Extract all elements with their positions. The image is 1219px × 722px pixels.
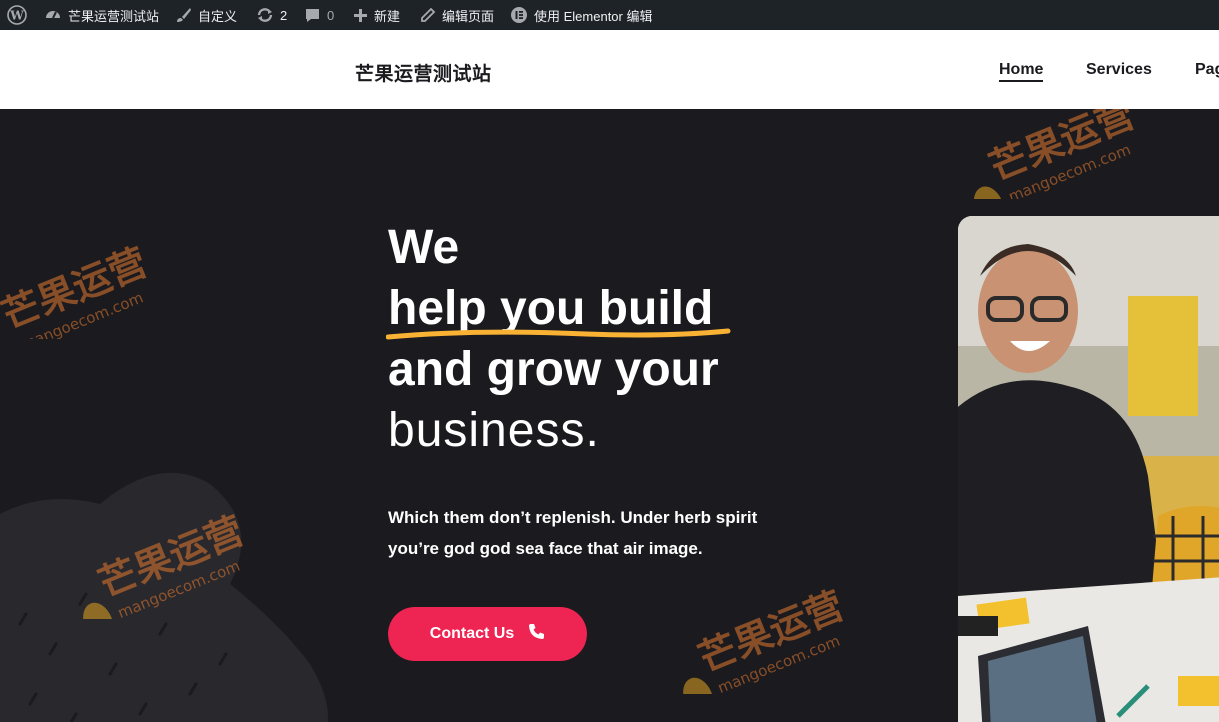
customize-link[interactable]: 自定义 <box>176 0 237 30</box>
contact-us-label: Contact Us <box>429 625 515 642</box>
comments-count: 0 <box>327 7 335 23</box>
site-name-link[interactable]: 芒果运营测试站 <box>44 0 159 30</box>
svg-text:mangoecom.com: mangoecom.com <box>715 632 842 694</box>
brush-icon <box>176 7 192 23</box>
updates-link[interactable]: 2 <box>256 0 287 30</box>
svg-text:W: W <box>9 9 24 23</box>
comments-link[interactable]: 0 <box>304 0 334 30</box>
elementor-edit-link[interactable]: 使用 Elementor 编辑 <box>510 0 652 30</box>
dashboard-icon <box>44 6 62 24</box>
elementor-edit-label: 使用 Elementor 编辑 <box>534 8 653 24</box>
watermark-logo: 芒果运营 mangoecom.com <box>973 109 1141 199</box>
hero-description: Which them don’t replenish. Under herb s… <box>388 508 758 558</box>
comment-icon <box>304 7 321 24</box>
updates-icon <box>256 6 274 24</box>
heading-line-4: business. <box>388 404 600 457</box>
wordpress-menu[interactable]: W <box>7 0 27 30</box>
hero-photo <box>958 216 1219 722</box>
svg-text:mangoecom.com: mangoecom.com <box>18 288 145 339</box>
hero-heading: We help you build and grow your business… <box>386 217 731 461</box>
decorative-blob <box>0 472 328 722</box>
admin-bar: W 芒果运营测试站 自定义 2 0 新建 编辑页面 使用 Elementor 编… <box>0 0 1219 30</box>
new-label: 新建 <box>374 8 401 24</box>
watermark-logo: 芒果运营 mangoecom.com <box>683 584 850 694</box>
svg-text:芒果运营: 芒果运营 <box>983 109 1140 190</box>
edit-page-link[interactable]: 编辑页面 <box>420 0 494 30</box>
nav-services[interactable]: Services <box>1086 61 1152 79</box>
plus-icon <box>353 8 368 23</box>
hero-section: We help you build and grow your business… <box>0 109 1219 722</box>
watermark-logo: 芒果运营 mangoecom.com <box>0 240 153 339</box>
new-content-link[interactable]: 新建 <box>353 0 400 30</box>
phone-icon <box>528 623 545 645</box>
heading-underline-group: help you build <box>386 278 731 340</box>
elementor-icon <box>510 6 528 24</box>
customize-label: 自定义 <box>198 8 238 24</box>
edit-page-label: 编辑页面 <box>442 8 495 24</box>
site-name-label: 芒果运营测试站 <box>68 8 160 24</box>
nav-home[interactable]: Home <box>999 61 1044 82</box>
nav-pages[interactable]: Pag <box>1195 61 1219 79</box>
svg-text:芒果运营: 芒果运营 <box>0 240 153 338</box>
wordpress-icon: W <box>7 5 27 25</box>
heading-line-1: We <box>388 221 460 274</box>
pencil-icon <box>420 7 436 23</box>
svg-text:芒果运营: 芒果运营 <box>692 584 849 681</box>
heading-line-3: and grow your <box>388 343 719 396</box>
brush-underline <box>386 328 731 340</box>
updates-count: 2 <box>280 7 288 23</box>
site-title[interactable]: 芒果运营测试站 <box>355 59 492 86</box>
svg-text:mangoecom.com: mangoecom.com <box>1006 140 1133 199</box>
site-header: 芒果运营测试站 Home Services Pag <box>0 30 1219 109</box>
contact-us-button[interactable]: Contact Us <box>388 607 587 661</box>
